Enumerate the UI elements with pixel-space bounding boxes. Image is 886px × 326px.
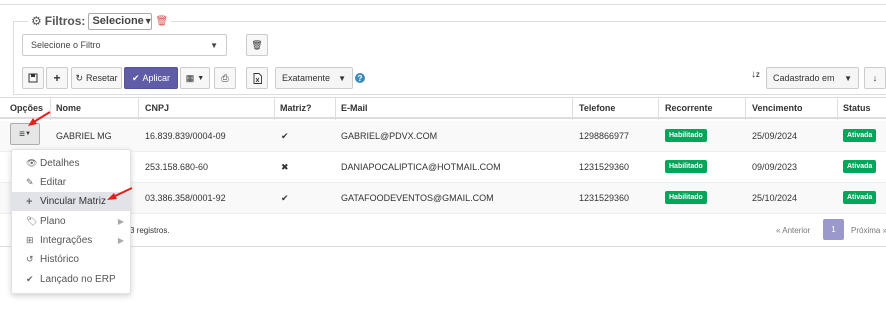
cell-cnpj: 16.839.839/0004-09 [145, 131, 226, 141]
column-divider [837, 98, 838, 120]
tag-icon: 🏷 [26, 216, 38, 226]
add-button[interactable]: + [46, 67, 68, 89]
cell-telefone: 1298866977 [579, 131, 630, 141]
cell-telefone: 1231529360 [579, 162, 630, 172]
save-icon [28, 73, 38, 83]
records-count: 3 registros. [130, 226, 170, 235]
sort-field-select[interactable]: Cadastrado em ▼ [766, 67, 859, 89]
saved-filter-select[interactable]: Selecione ▼ [88, 12, 153, 30]
pagination-previous[interactable]: « Anterior [776, 226, 810, 235]
cell-email: GABRIEL@PDVX.COM [341, 131, 438, 141]
cell-vencimento: 09/09/2023 [752, 162, 798, 172]
trash-icon: 🗑 [251, 39, 263, 50]
plus-icon: + [26, 195, 33, 208]
sort-icon: ↓Z [751, 69, 760, 80]
pagination-next[interactable]: Próxima » [851, 226, 886, 235]
column-header-matriz[interactable]: Matriz? [280, 103, 312, 113]
column-header-vencimento[interactable]: Vencimento [752, 103, 803, 113]
filter-select[interactable]: Selecione o Filtro ▼ [22, 34, 227, 56]
print-icon: ⎙ [221, 72, 229, 83]
column-header-telefone[interactable]: Telefone [579, 103, 615, 113]
pencil-icon: ✎ [26, 177, 34, 187]
columns-button[interactable]: ▦ ▼ [180, 67, 210, 89]
column-divider [335, 98, 336, 120]
filter-legend: ⚙ Filtros: Selecione ▼ 🗑 [28, 12, 172, 30]
match-mode-select[interactable]: Exatamente ▼ [275, 67, 353, 89]
sitemap-icon: ⊞ [26, 235, 34, 245]
table-row: 253.158.680-60 ✖ DANIAPOCALIPTICA@HOTMAI… [0, 152, 886, 183]
cell-matriz: ✔ [281, 131, 289, 141]
excel-icon [253, 72, 262, 84]
cell-matriz: ✖ [281, 162, 289, 172]
chevron-down-icon: ▼ [210, 40, 218, 50]
chevron-down-icon: ▼ [844, 73, 852, 83]
chevron-down-icon: ▼ [143, 16, 153, 26]
caret-down-icon: ▼ [24, 131, 31, 137]
cell-vencimento: 25/10/2024 [752, 193, 798, 203]
menu-item-lancado-erp[interactable]: ✔ Lançado no ERP [12, 270, 130, 289]
cell-nome: GABRIEL MG [56, 131, 112, 141]
gear-icon: ⚙ [31, 14, 42, 28]
recurrent-badge: Habilitado [665, 129, 707, 142]
eye-icon: 👁 [26, 158, 38, 168]
help-icon[interactable]: ? [355, 73, 365, 83]
chevron-down-icon: ▼ [338, 73, 346, 83]
reset-button[interactable]: ↻ Resetar [71, 67, 122, 89]
print-button[interactable]: ⎙ [214, 67, 236, 89]
cell-email: DANIAPOCALIPTICA@HOTMAIL.COM [341, 162, 501, 172]
filter-title: Filtros: [44, 14, 86, 28]
apply-button[interactable]: ✔ Aplicar [124, 67, 178, 89]
arrow-down-icon: ↓ [872, 73, 878, 83]
row-options-menu: 👁 Detalhes ✎ Editar + Vincular Matriz 🏷 … [11, 149, 131, 294]
table-header: Opções Nome CNPJ Matriz? E-Mail Telefone… [0, 97, 886, 120]
status-badge: Ativada [843, 191, 877, 204]
table-footer-divider [0, 246, 886, 247]
sort-direction-button[interactable]: ↓ [864, 67, 886, 89]
check-icon: ✔ [26, 274, 34, 284]
delete-filter-icon[interactable]: 🗑 [155, 16, 168, 27]
annotation-arrow-icon [28, 111, 51, 126]
top-divider [0, 4, 886, 5]
column-header-cnpj[interactable]: CNPJ [145, 103, 169, 113]
column-header-recorrente[interactable]: Recorrente [665, 103, 713, 113]
menu-item-plano[interactable]: 🏷 Plano ▶ [12, 212, 130, 231]
refresh-icon: ↻ [75, 72, 84, 83]
status-badge: Ativada [843, 160, 877, 173]
check-icon: ✔ [131, 72, 140, 83]
caret-down-icon: ▼ [197, 74, 205, 82]
status-badge: Ativada [843, 129, 877, 142]
recurrent-badge: Habilitado [665, 160, 707, 173]
menu-item-detalhes[interactable]: 👁 Detalhes [12, 154, 130, 173]
cell-telefone: 1231529360 [579, 193, 630, 203]
cell-cnpj: 03.386.358/0001-92 [145, 193, 226, 203]
recurrent-badge: Habilitado [665, 191, 707, 204]
column-header-email[interactable]: E-Mail [341, 103, 368, 113]
pagination-page-1[interactable]: 1 [823, 219, 844, 240]
column-divider [572, 98, 573, 120]
submenu-arrow-icon: ▶ [117, 236, 124, 245]
column-divider [274, 98, 275, 120]
table-row: GABRIEL MG 16.839.839/0004-09 ✔ GABRIEL@… [0, 121, 886, 152]
cell-email: GATAFOODEVENTOS@GMAIL.COM [341, 193, 494, 203]
submenu-arrow-icon: ▶ [117, 217, 124, 226]
annotation-arrow-icon [107, 187, 133, 200]
history-icon: ↺ [26, 254, 34, 264]
cell-vencimento: 25/09/2024 [752, 131, 798, 141]
cell-matriz: ✔ [281, 193, 289, 203]
delete-filter-button[interactable]: 🗑 [246, 34, 268, 56]
cell-cnpj: 253.158.680-60 [145, 162, 209, 172]
plus-icon: + [53, 71, 61, 85]
menu-item-historico[interactable]: ↺ Histórico [12, 250, 130, 269]
export-excel-button[interactable] [246, 67, 268, 89]
column-header-name[interactable]: Nome [56, 103, 81, 113]
column-header-status[interactable]: Status [843, 103, 871, 113]
column-divider [658, 98, 659, 120]
save-button[interactable] [22, 67, 44, 89]
menu-item-integracoes[interactable]: ⊞ Integrações ▶ [12, 231, 130, 250]
column-divider [138, 98, 139, 120]
table-icon: ▦ [185, 72, 195, 83]
column-divider [745, 98, 746, 120]
